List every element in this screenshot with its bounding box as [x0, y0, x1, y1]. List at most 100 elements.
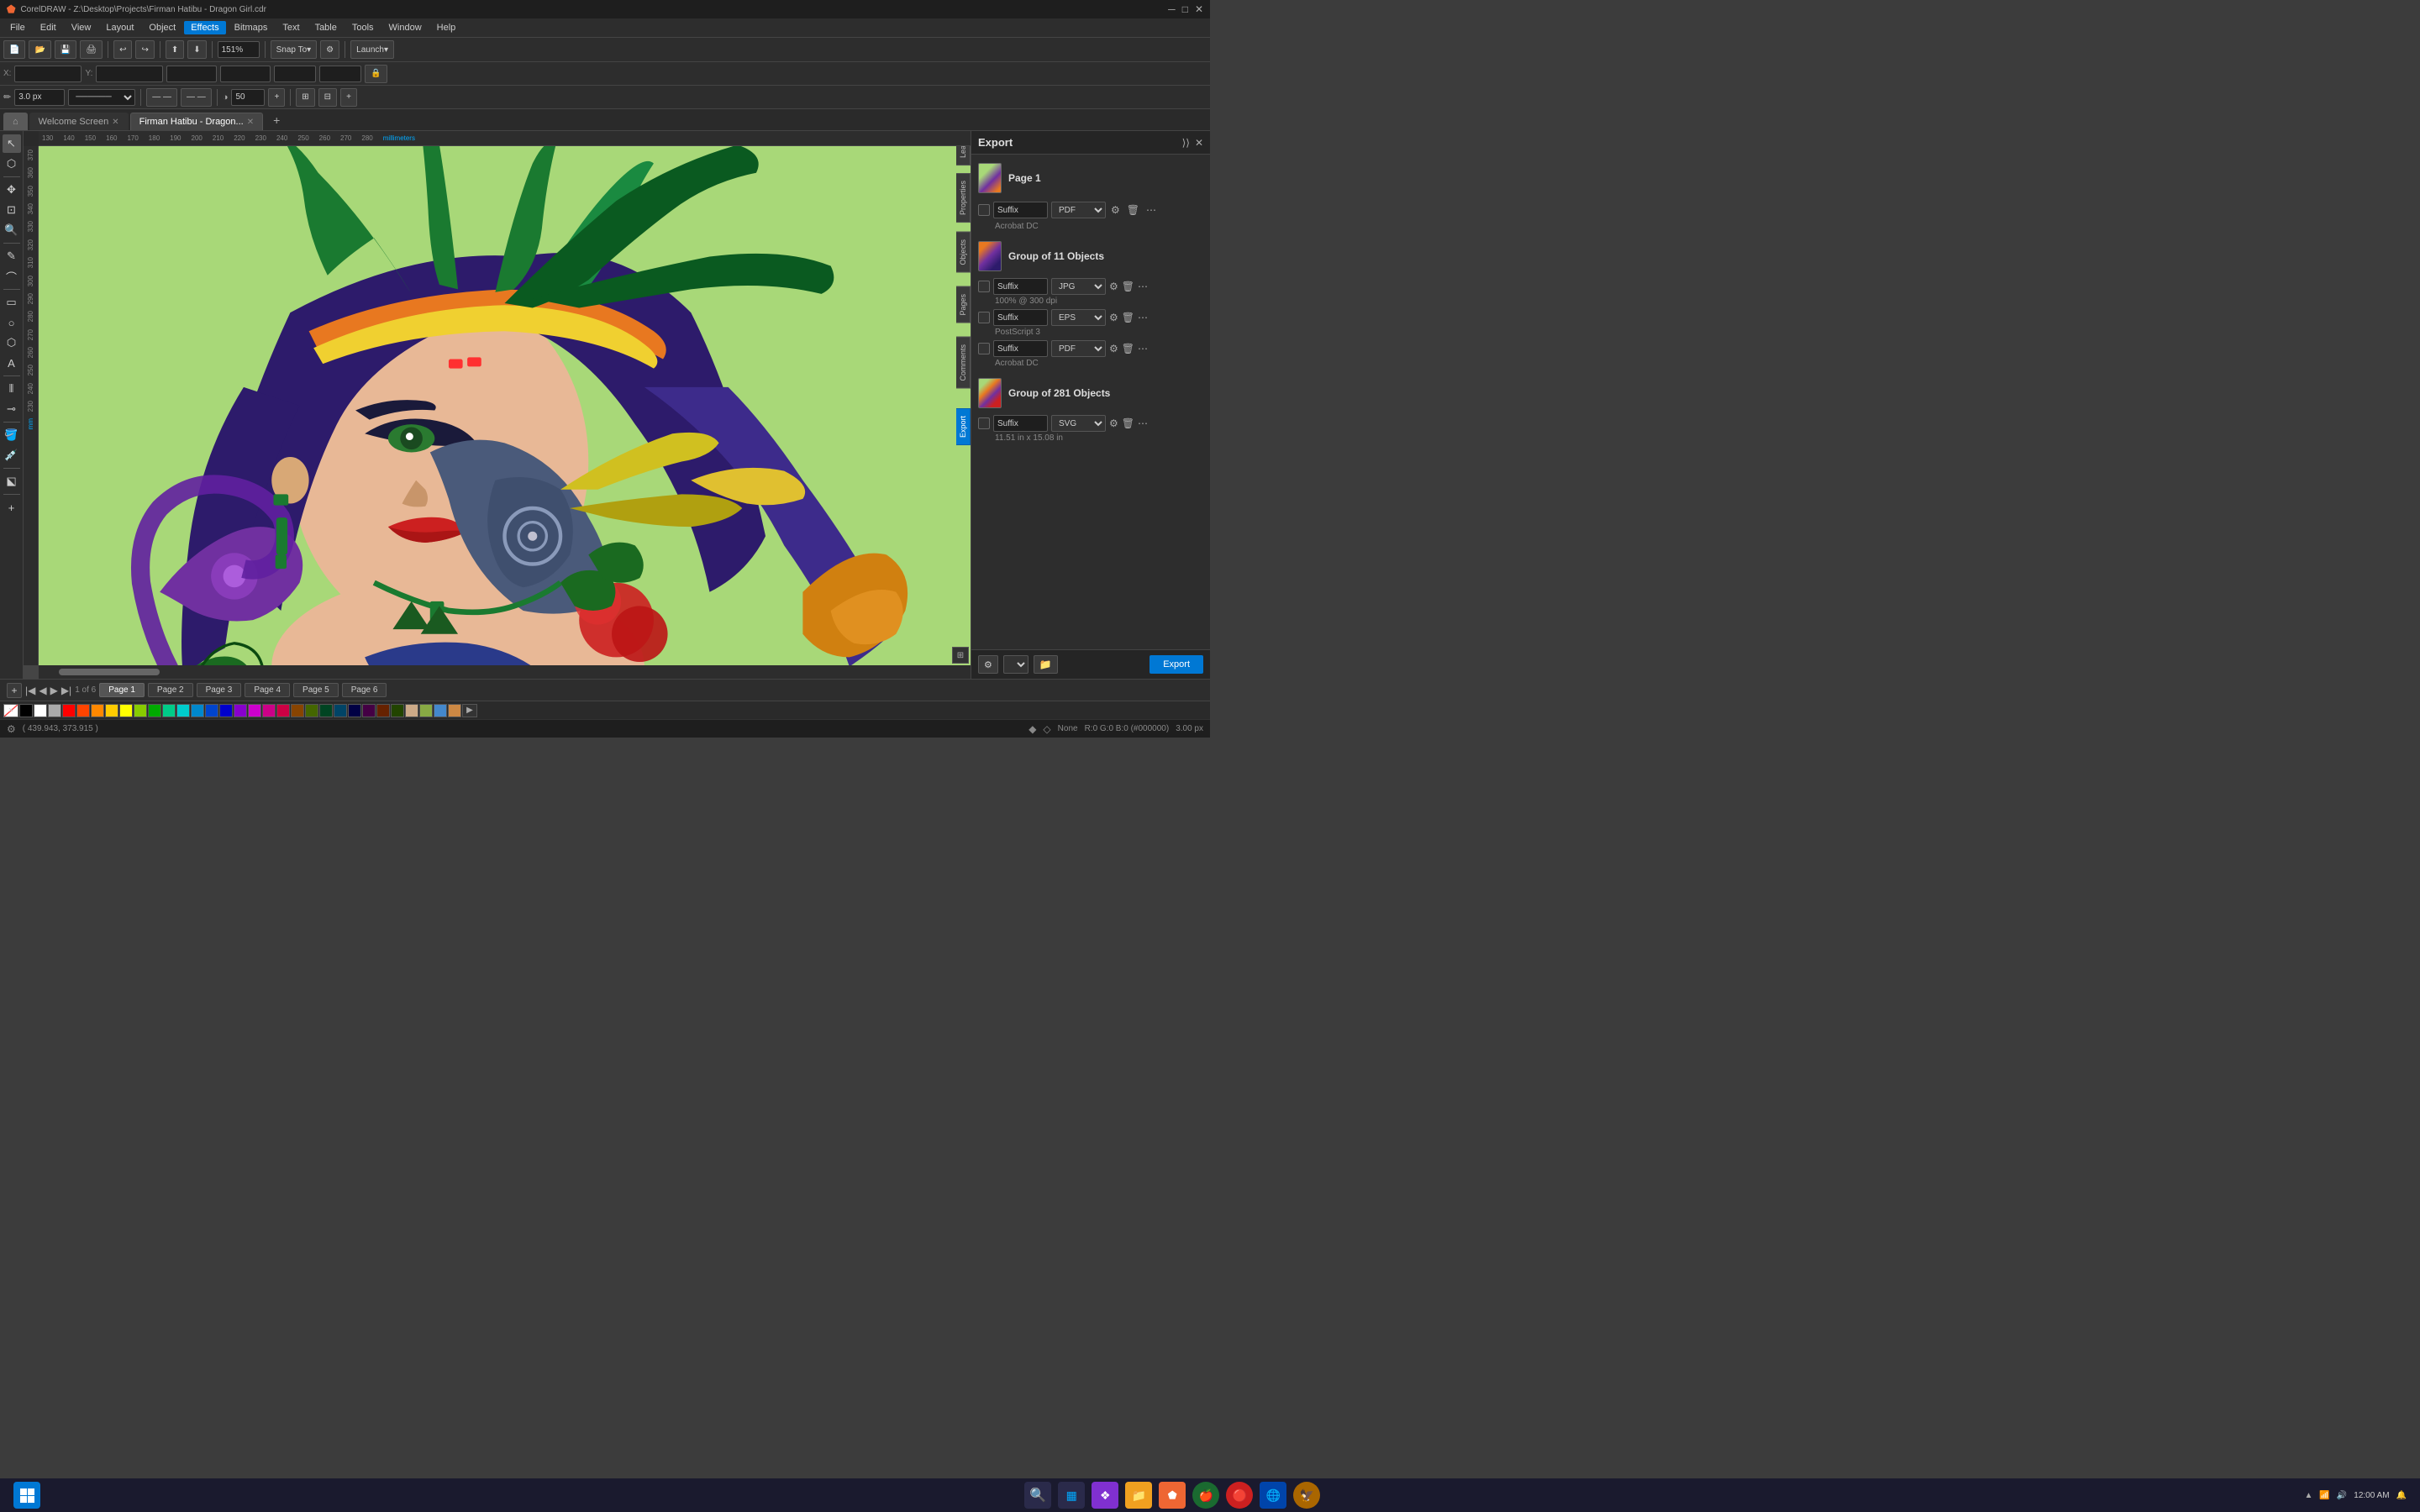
no-fill-swatch[interactable]: ✕ [3, 704, 18, 717]
tool-polygon[interactable]: ⬡ [3, 333, 21, 352]
h2-input[interactable]: 100.0 [319, 66, 361, 82]
tool-freehand[interactable]: ✎ [3, 247, 21, 265]
page1-checkbox-1[interactable] [978, 204, 990, 216]
color-swatch-15[interactable] [248, 704, 261, 717]
side-tab-objects[interactable]: Objects [956, 232, 971, 273]
color-swatch-17[interactable] [276, 704, 290, 717]
side-tab-properties[interactable]: Properties [956, 173, 971, 223]
page1-more-btn-1[interactable]: ⋯ [1144, 202, 1158, 218]
color-swatch-black[interactable] [19, 704, 33, 717]
taskbar-widgets[interactable]: ▦ [1058, 1482, 1085, 1509]
maximize-btn[interactable]: □ [1182, 3, 1188, 15]
page1-settings-btn-1[interactable]: ⚙ [1109, 202, 1122, 218]
x-input[interactable]: 298.535 mm [14, 66, 82, 82]
group1-format-select-3[interactable]: PDFJPGEPSSVG [1051, 340, 1106, 357]
taskbar-corel[interactable]: ⬟ [1159, 1482, 1186, 1509]
page-tab-1[interactable]: Page 1 [99, 683, 145, 697]
taskbar-app5[interactable]: 🍎 [1192, 1482, 1219, 1509]
page-tab-3[interactable]: Page 3 [197, 683, 242, 697]
save-btn[interactable]: 💾 [55, 40, 76, 59]
dash-btn1[interactable]: — — [146, 88, 177, 107]
stroke-style-select[interactable]: ────── - - - - [68, 89, 135, 106]
menu-object[interactable]: Object [142, 21, 182, 34]
menu-layout[interactable]: Layout [99, 21, 140, 34]
color-swatch-7[interactable] [134, 704, 147, 717]
menu-help[interactable]: Help [430, 21, 463, 34]
color-swatch-19[interactable] [305, 704, 318, 717]
stroke-size-input[interactable] [14, 89, 65, 106]
w-input[interactable]: 0.0 mm [166, 66, 217, 82]
group1-checkbox-2[interactable] [978, 312, 990, 323]
color-swatch-24[interactable] [376, 704, 390, 717]
color-swatch-11[interactable] [191, 704, 204, 717]
page-play-btn[interactable]: ▶ [50, 685, 58, 696]
tool-node[interactable]: ⬡ [3, 155, 21, 173]
taskbar-wifi[interactable]: 📶 [2319, 1491, 2329, 1500]
color-swatch-13[interactable] [219, 704, 233, 717]
tool-eyedropper[interactable]: 💉 [3, 446, 21, 465]
lock-ratio-btn[interactable]: 🔒 [365, 65, 387, 83]
group1-delete-btn-2[interactable]: 🗑 [1122, 312, 1134, 323]
color-swatch-white[interactable] [34, 704, 47, 717]
group1-delete-btn-1[interactable]: 🗑 [1122, 281, 1134, 292]
page-prev-btn[interactable]: |◀ [25, 685, 35, 696]
redo-btn[interactable]: ↪ [135, 40, 154, 59]
group1-more-btn-3[interactable]: ⋯ [1138, 343, 1148, 354]
menu-window[interactable]: Window [382, 21, 429, 34]
export-main-btn[interactable]: Export [1150, 655, 1203, 674]
group1-checkbox-3[interactable] [978, 343, 990, 354]
taskbar-volume[interactable]: 🔊 [2337, 1491, 2347, 1500]
print-btn[interactable]: 🖨 [80, 40, 103, 59]
tool-connector[interactable]: ⊸ [3, 400, 21, 418]
page1-format-select-1[interactable]: PDFJPGPNGSVG [1051, 202, 1106, 218]
opacity-input[interactable] [231, 89, 265, 106]
status-settings-btn[interactable]: ⚙ [7, 723, 16, 735]
tab-document[interactable]: Firman Hatibu - Dragon... ✕ [130, 113, 264, 130]
group1-more-btn-2[interactable]: ⋯ [1138, 312, 1148, 323]
open-btn[interactable]: 📂 [29, 40, 50, 59]
tab-document-close[interactable]: ✕ [247, 118, 254, 127]
color-swatch-8[interactable] [148, 704, 161, 717]
color-swatch-28[interactable] [434, 704, 447, 717]
menu-view[interactable]: View [65, 21, 98, 34]
group2-checkbox-1[interactable] [978, 417, 990, 429]
color-swatch-20[interactable] [319, 704, 333, 717]
tool-crop[interactable]: ⊡ [3, 201, 21, 219]
tool-outline[interactable]: ⬕ [3, 472, 21, 491]
grid-btn[interactable]: ⊞ [296, 88, 314, 107]
tool-add[interactable]: + [3, 498, 21, 517]
page-next-btn[interactable]: ▶| [61, 685, 71, 696]
hscroll-thumb[interactable] [59, 669, 160, 675]
page-tab-6[interactable]: Page 6 [342, 683, 387, 697]
settings-btn[interactable]: ⚙ [320, 40, 339, 59]
color-swatch-16[interactable] [262, 704, 276, 717]
close-btn[interactable]: ✕ [1195, 3, 1203, 15]
page-back-btn[interactable]: ◀ [39, 685, 46, 696]
tool-ellipse[interactable]: ○ [3, 313, 21, 332]
color-swatch-27[interactable] [419, 704, 433, 717]
color-swatch-9[interactable] [162, 704, 176, 717]
align-btn[interactable]: ⊟ [318, 88, 337, 107]
dash-btn2[interactable]: — — [181, 88, 212, 107]
color-swatch-12[interactable] [205, 704, 218, 717]
group1-settings-btn-2[interactable]: ⚙ [1109, 312, 1118, 323]
page1-delete-btn-1[interactable]: 🗑 [1125, 202, 1141, 218]
taskbar-app7[interactable]: 🌐 [1260, 1482, 1286, 1509]
minimize-btn[interactable]: ─ [1168, 3, 1176, 15]
taskbar-file-explorer[interactable]: 📁 [1125, 1482, 1152, 1509]
export-format-bottom-select[interactable]: JPG [1003, 655, 1028, 674]
group1-format-select-2[interactable]: EPSJPGPNGPDF [1051, 309, 1106, 326]
color-swatch-23[interactable] [362, 704, 376, 717]
color-swatch-14[interactable] [234, 704, 247, 717]
page-add-btn[interactable]: + [7, 683, 22, 698]
menu-bitmaps[interactable]: Bitmaps [228, 21, 275, 34]
taskbar-apps[interactable]: ❖ [1092, 1482, 1118, 1509]
color-swatch-2[interactable] [62, 704, 76, 717]
export-folder-btn[interactable]: 📁 [1034, 655, 1058, 674]
group1-settings-btn-3[interactable]: ⚙ [1109, 343, 1118, 354]
taskbar-app8[interactable]: 🦅 [1293, 1482, 1320, 1509]
color-swatch-6[interactable] [119, 704, 133, 717]
opacity-up-btn[interactable]: + [268, 88, 285, 107]
group1-suffix-2[interactable] [993, 309, 1048, 326]
tab-add-btn[interactable]: + [265, 110, 288, 130]
